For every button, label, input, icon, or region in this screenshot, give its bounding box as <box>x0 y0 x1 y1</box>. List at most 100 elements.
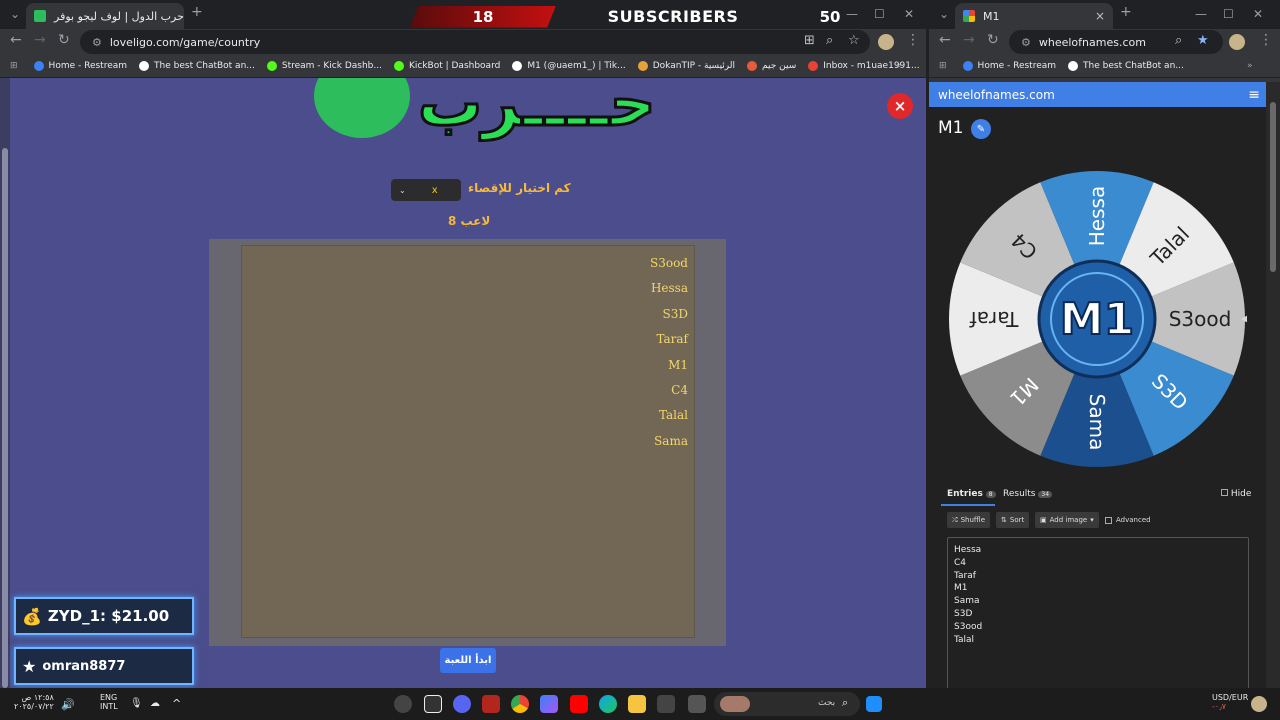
right-zoom-icon[interactable]: ⌕ <box>1175 33 1182 48</box>
right-tab-title: M1 <box>983 9 1000 23</box>
tab-wheel[interactable]: M1 × <box>955 3 1113 29</box>
name-wheel[interactable]: S3oodS3DSamaM1TarafC4 Hessa Talal M1 <box>947 169 1247 469</box>
right-profile-avatar[interactable] <box>1229 34 1245 50</box>
left-bookmark-4[interactable]: M1 (@uaem1_) | Tik... <box>512 61 626 71</box>
edit-pencil-icon[interactable]: ✎ <box>971 119 991 139</box>
wheel-segment-label: Taraf <box>969 307 1020 331</box>
player-entry: M1 <box>668 357 688 372</box>
more-bookmarks-icon[interactable]: » <box>896 61 902 71</box>
site-info-icon[interactable]: ⚙ <box>92 36 102 49</box>
results-tab[interactable]: Results 34 <box>1003 489 1053 499</box>
close-game-button[interactable]: × <box>887 93 913 119</box>
shuffle-button[interactable]: ⤮ Shuffle <box>947 512 990 528</box>
discord-icon[interactable] <box>453 695 471 713</box>
bookmark-favicon-icon <box>266 61 277 71</box>
maximize-icon[interactable]: ☐ <box>874 7 885 21</box>
video-editor-icon[interactable] <box>482 695 500 713</box>
left-bookmark-2[interactable]: Stream - Kick Dashb... <box>266 61 382 71</box>
page-scrollbar[interactable] <box>0 78 10 688</box>
reload-icon[interactable]: ↻ <box>58 32 70 48</box>
right-reload-icon[interactable]: ↻ <box>987 32 999 48</box>
right-more-bookmarks-icon[interactable]: » <box>1247 61 1253 71</box>
onedrive-icon[interactable]: ☁ <box>150 698 160 709</box>
advanced-checkbox-box[interactable] <box>1105 516 1112 524</box>
right-menu-icon[interactable]: ⋮ <box>1259 32 1273 48</box>
capture-app-icon[interactable] <box>424 695 442 713</box>
entry-line: Taraf <box>954 570 976 581</box>
widgets-icon[interactable] <box>1251 696 1267 712</box>
elimination-value: x <box>431 184 438 196</box>
sort-button[interactable]: ⇅ Sort <box>996 512 1030 528</box>
edge-icon[interactable] <box>599 695 617 713</box>
tab-game[interactable]: لعبة حرب الدول | لوف ليجو بوفر × <box>26 3 184 29</box>
forward-icon[interactable]: → <box>34 32 46 48</box>
taskbar-search-box[interactable]: بحث ⌕ <box>714 692 860 716</box>
hamburger-menu-icon[interactable]: ≡ <box>1248 87 1260 103</box>
store-icon[interactable] <box>657 695 675 713</box>
entry-line: C4 <box>954 557 967 568</box>
right-apps-icon[interactable]: ⊞ <box>939 61 947 71</box>
window-close-icon[interactable]: ✕ <box>904 7 914 21</box>
wheel-segment-label: Sama <box>1085 394 1109 451</box>
scrollbar-thumb[interactable] <box>2 148 8 688</box>
profile-avatar[interactable] <box>878 34 894 50</box>
zoom-icon[interactable]: ⌕ <box>826 33 833 48</box>
right-forward-icon[interactable]: → <box>963 32 975 48</box>
entries-tab[interactable]: Entries 8 <box>947 489 996 499</box>
start-game-button[interactable]: ابدأ اللعبة <box>440 648 496 673</box>
obs-icon[interactable] <box>394 695 412 713</box>
chrome-icon[interactable] <box>511 695 529 713</box>
follower-alert: ★ omran8877 <box>14 647 194 685</box>
wheel-scrollbar-thumb[interactable] <box>1270 102 1276 272</box>
translate-icon[interactable]: ⊞ <box>804 33 815 48</box>
file-explorer-icon[interactable] <box>628 695 646 713</box>
clock[interactable]: ١٢:٥٨ ص ٢٠٢٥/٠٧/٢٢ <box>14 693 54 711</box>
right-tab-search-icon[interactable]: ⌄ <box>939 7 949 21</box>
entries-tab-underline <box>941 504 995 506</box>
right-bookmark-star-icon[interactable]: ★ <box>1197 33 1209 48</box>
left-bookmark-1[interactable]: The best ChatBot an... <box>139 61 255 71</box>
entries-textarea[interactable]: Hessa C4 Taraf M1 Sama S3D S3ood Talal <box>947 537 1249 688</box>
right-bookmark-1[interactable]: The best ChatBot an... <box>1068 61 1184 71</box>
wheel-page-scrollbar[interactable] <box>1266 82 1280 688</box>
advanced-checkbox[interactable]: Advanced <box>1105 516 1151 524</box>
right-bookmark-0[interactable]: Home - Restream <box>962 61 1056 71</box>
add-image-button[interactable]: ▣ Add image ▾ <box>1035 512 1099 528</box>
start-windows-icon[interactable] <box>866 696 882 712</box>
tab-search-icon[interactable]: ⌄ <box>10 7 20 21</box>
language-indicator[interactable]: ENG INTL <box>100 693 118 711</box>
speaker-icon[interactable]: 🔊 <box>61 698 75 711</box>
right-address-bar[interactable]: ⚙ wheelofnames.com ⌕ ★ <box>1009 30 1223 54</box>
right-minimize-icon[interactable]: — <box>1195 7 1207 21</box>
desktop-icon[interactable] <box>688 695 706 713</box>
players-textarea[interactable]: S3ood Hessa S3D Taraf M1 C4 Talal Sama <box>241 245 695 638</box>
left-bookmark-5[interactable]: DokanTIP - الرئيسية <box>637 61 735 71</box>
right-back-icon[interactable]: ← <box>939 32 951 48</box>
bookmark-star-icon[interactable]: ☆ <box>848 33 860 48</box>
wheel-site-title[interactable]: wheelofnames.com <box>938 88 1055 102</box>
apps-icon[interactable]: ⊞ <box>10 61 18 71</box>
left-bookmark-6[interactable]: سين جيم <box>747 61 796 71</box>
menu-icon[interactable]: ⋮ <box>906 32 920 48</box>
subscriber-goal: 50 <box>819 7 841 26</box>
player-entry: Taraf <box>656 332 688 347</box>
right-maximize-icon[interactable]: ☐ <box>1223 7 1234 21</box>
youtube-icon[interactable] <box>570 695 588 713</box>
hide-checkbox-box[interactable] <box>1221 489 1228 496</box>
tray-chevron-icon[interactable]: ^ <box>172 697 181 710</box>
left-bookmark-0[interactable]: Home - Restream <box>33 61 127 71</box>
back-icon[interactable]: ← <box>10 32 22 48</box>
right-new-tab-icon[interactable]: + <box>1120 4 1132 20</box>
left-bookmark-7[interactable]: Inbox - m1uae1991... <box>808 61 920 71</box>
hide-checkbox[interactable]: Hide <box>1221 489 1251 499</box>
right-site-info-icon[interactable]: ⚙ <box>1021 36 1031 49</box>
copilot-icon[interactable] <box>540 695 558 713</box>
right-window-close-icon[interactable]: ✕ <box>1253 7 1263 21</box>
elimination-select[interactable]: ⌄ x <box>391 179 461 201</box>
microphone-icon[interactable]: 🎙 <box>130 698 143 709</box>
address-bar[interactable]: ⚙ loveligo.com/game/country ⊞ ⌕ ☆ <box>80 30 870 54</box>
left-bookmark-3[interactable]: KickBot | Dashboard <box>393 61 500 71</box>
currency-widget[interactable]: USD/EUR -٠٫٧ <box>1212 693 1248 711</box>
right-tab-close-icon[interactable]: × <box>1095 9 1105 23</box>
new-tab-icon[interactable]: + <box>191 4 203 20</box>
